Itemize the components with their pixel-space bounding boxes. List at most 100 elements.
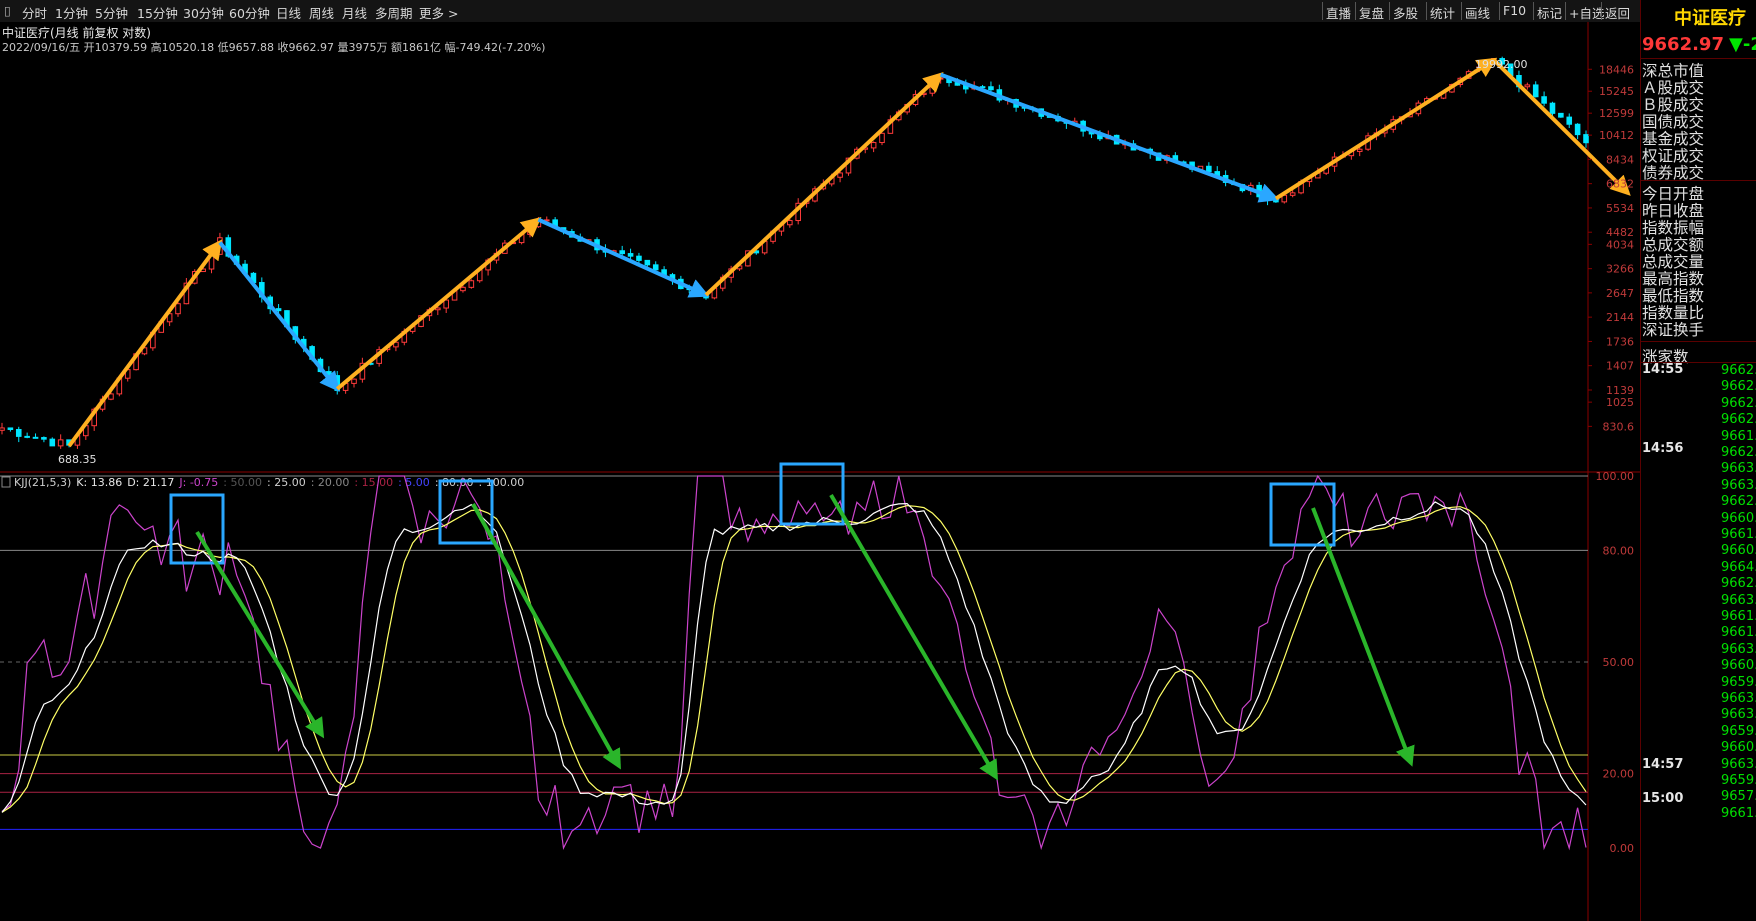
candle-up xyxy=(837,172,843,178)
candle-down xyxy=(1532,84,1539,98)
candle-up xyxy=(1289,192,1296,196)
period-tab-2[interactable]: 5分钟 xyxy=(95,3,128,22)
price-axis-label: 1139 xyxy=(1606,384,1634,397)
tool-button-0[interactable]: 直播 xyxy=(1326,3,1351,22)
candle-up xyxy=(0,427,5,431)
candle-down xyxy=(7,427,14,430)
tick-price: 9662. xyxy=(1721,445,1756,460)
sidebar-divider xyxy=(1641,341,1756,342)
candle-down xyxy=(619,250,625,255)
tick-price: 9663. xyxy=(1721,691,1756,706)
price-axis-label: 8434 xyxy=(1606,153,1634,166)
candle-up xyxy=(351,378,357,384)
candle-up xyxy=(787,220,793,226)
sidebar-divider xyxy=(1641,58,1756,59)
tool-button-3[interactable]: 统计 xyxy=(1430,3,1455,22)
tick-price: 9659. xyxy=(1721,674,1756,690)
candle-down xyxy=(24,435,30,438)
tool-button-4[interactable]: 画线 xyxy=(1465,3,1490,22)
candle-down xyxy=(41,437,47,440)
toolbar-separator xyxy=(1426,2,1427,20)
tick-price: 9660. xyxy=(1721,510,1756,526)
ohlc-readout: 2022/09/16/五 开10379.59 高10520.18 低9657.8… xyxy=(2,40,545,54)
price-axis-label: 2144 xyxy=(1606,311,1634,324)
period-tab-5[interactable]: 60分钟 xyxy=(229,3,270,22)
legend-item: : 25.00 xyxy=(267,476,306,489)
tool-button-7[interactable]: +自选 xyxy=(1569,3,1604,22)
tick-price: 9663. xyxy=(1721,707,1756,723)
tick-price: 9660. xyxy=(1721,658,1756,674)
tick-price: 9661. xyxy=(1721,428,1756,444)
price-axis-label: 1736 xyxy=(1606,335,1634,348)
tick-price: 9662. xyxy=(1721,379,1756,395)
candle-up xyxy=(879,132,885,144)
period-tab-1[interactable]: 1分钟 xyxy=(55,3,88,22)
tool-button-8[interactable]: 返回 xyxy=(1605,3,1630,22)
candle-down xyxy=(988,86,994,91)
tick-price: 9662. xyxy=(1721,494,1756,510)
legend-item: : 15.00 xyxy=(354,476,393,489)
tick-price: 9661. xyxy=(1721,805,1756,821)
price-axis-label: 5534 xyxy=(1606,202,1634,215)
price-axis-label: 4034 xyxy=(1606,238,1634,251)
tick-price: 9657. xyxy=(1721,789,1756,805)
chart-area: 100.00 80.00 50.00 20.00 0.00 KJJ(21,5,3) K: 1… xyxy=(0,22,1640,921)
candle-down xyxy=(1206,165,1212,173)
period-tab-9[interactable]: 多周期 xyxy=(375,3,413,22)
period-tab-10[interactable]: 更多 > xyxy=(419,3,458,22)
tool-button-2[interactable]: 多股 xyxy=(1393,3,1418,22)
candle-up xyxy=(443,299,449,309)
candle-down xyxy=(275,308,282,312)
legend-item: K: 13.86 xyxy=(76,476,122,489)
candle-down xyxy=(1541,96,1547,104)
candle-down xyxy=(1574,123,1581,136)
panel-toggle-icon[interactable]: ▯ xyxy=(4,3,11,18)
tick-price: 9661. xyxy=(1721,527,1756,542)
security-name: 中证医疗 xyxy=(1674,8,1746,29)
candle-down xyxy=(32,436,39,439)
period-tab-0[interactable]: 分时 xyxy=(22,3,47,22)
price-axis-label: 1407 xyxy=(1606,360,1634,373)
candle-down xyxy=(49,438,56,447)
candle-down xyxy=(1273,199,1279,203)
candle-up xyxy=(175,303,181,315)
candle-down xyxy=(1566,116,1573,125)
tick-price: 9663. xyxy=(1721,477,1756,493)
tool-button-6[interactable]: 标记 xyxy=(1537,3,1562,22)
candle-down xyxy=(1583,134,1589,144)
candle-up xyxy=(460,286,466,292)
legend-item: : 20.00 xyxy=(311,476,350,489)
period-tab-3[interactable]: 15分钟 xyxy=(137,3,178,22)
toolbar-separator xyxy=(1355,2,1356,20)
period-tab-6[interactable]: 日线 xyxy=(276,3,301,22)
tick-price: 9662. xyxy=(1721,576,1756,592)
candle-up xyxy=(1524,84,1531,88)
chart-title: 中证医疗(月线 前复权 对数) xyxy=(2,25,151,40)
low-price-label: 688.35 xyxy=(58,453,97,466)
toolbar-separator xyxy=(1461,2,1462,20)
tick-price: 9659. xyxy=(1721,723,1756,739)
tick-price: 9664. xyxy=(1721,559,1756,575)
price-axis-label: 2647 xyxy=(1606,287,1634,300)
candle-up xyxy=(1356,148,1363,152)
tick-time: 15:00 xyxy=(1642,791,1684,806)
tool-button-5[interactable]: F10 xyxy=(1503,3,1526,18)
legend-item: : 5.00 xyxy=(398,476,430,489)
legend-item: : 50.00 xyxy=(223,476,262,489)
toolbar-separator xyxy=(1389,2,1390,20)
tick-price: 9660. xyxy=(1721,543,1756,559)
period-toolbar: 分时 1分钟 5分钟 15分钟 30分钟 60分钟 日线 周线 月线 多周期 更多 > ▯ 直播 复盘 多股… xyxy=(0,0,1640,23)
candle-down xyxy=(636,255,642,261)
candle-down xyxy=(1558,112,1564,118)
tick-price: 9663. xyxy=(1721,592,1756,608)
price-axis-label: 1025 xyxy=(1606,396,1634,409)
candle-up xyxy=(435,307,441,311)
period-tab-7[interactable]: 周线 xyxy=(309,3,334,22)
period-tab-4[interactable]: 30分钟 xyxy=(183,3,224,22)
toolbar-separator xyxy=(1533,2,1534,20)
price-axis-label: 3266 xyxy=(1606,263,1634,276)
period-tab-8[interactable]: 月线 xyxy=(342,3,367,22)
tick-time: 14:56 xyxy=(1642,441,1684,456)
indicator-axis-label: 100.00 xyxy=(1596,470,1635,483)
tool-button-1[interactable]: 复盘 xyxy=(1359,3,1384,22)
